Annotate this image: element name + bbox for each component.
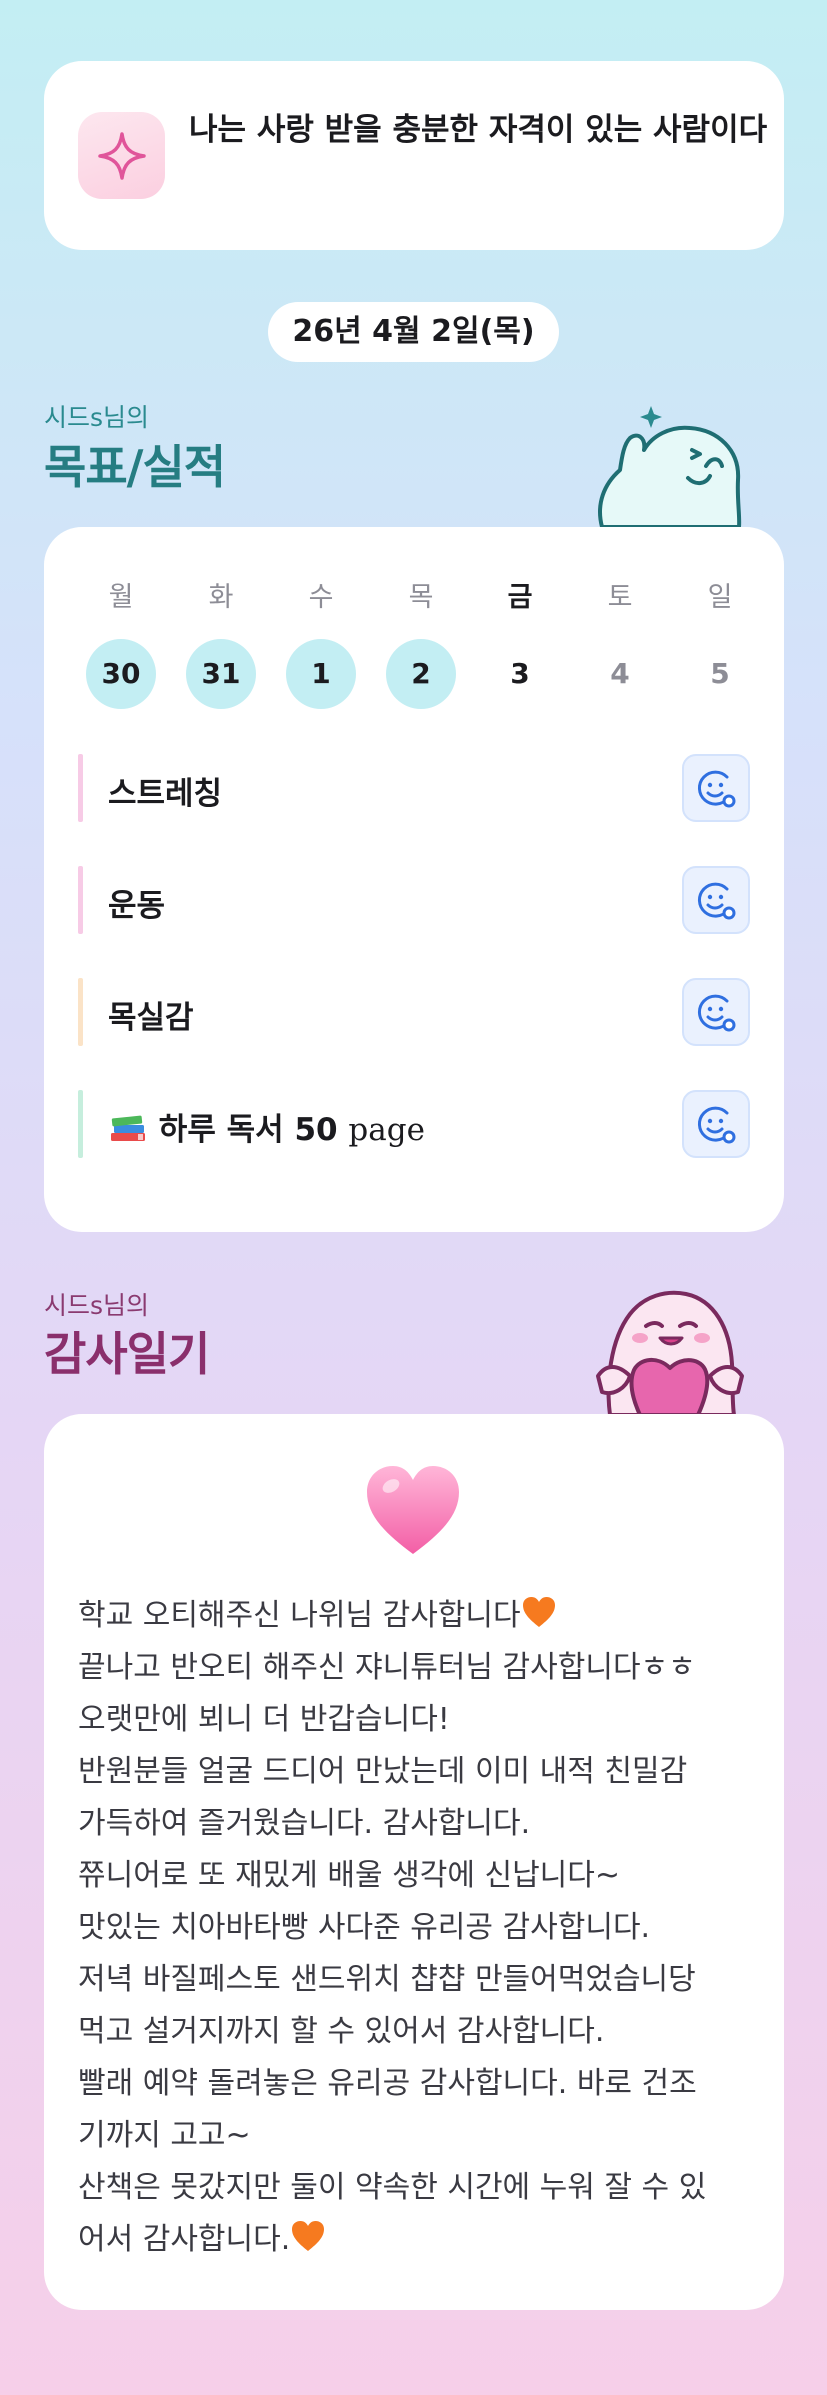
weekday-label: 일 <box>707 582 733 613</box>
smiley-check-icon[interactable] <box>682 754 750 822</box>
goal-item-stretching[interactable]: 스트레칭 <box>78 754 750 822</box>
gratitude-line-text: 학교 오티해주신 나위님 감사합니다 <box>78 1598 521 1633</box>
gratitude-line: 저녁 바질페스토 샌드위치 챱챱 만들어먹었습니당 <box>78 1962 696 1997</box>
smiley-check-icon[interactable] <box>682 866 750 934</box>
smiley-check-icon[interactable] <box>682 1090 750 1158</box>
gratitude-line: 끝나고 반오티 해주신 쟈니튜터님 감사합니다ㅎㅎ <box>78 1650 696 1685</box>
gratitude-subtitle: 시드s님의 <box>44 1291 150 1320</box>
day-2[interactable]: 2 <box>386 639 456 709</box>
affirmation-text: 나는 사랑 받을 충분한 자격이 있는 사람이다 <box>189 112 768 148</box>
goals-title: 목표/실적 <box>44 440 226 494</box>
goals-subtitle: 시드s님의 <box>44 403 150 432</box>
gratitude-line: 어서 감사합니다. <box>78 2214 768 2258</box>
gratitude-line: 산책은 못갔지만 둘이 약속한 시간에 누워 잘 수 있 <box>78 2170 707 2205</box>
affirmation-card[interactable]: 나는 사랑 받을 충분한 자격이 있는 사람이다 <box>44 61 784 250</box>
goal-color-bar <box>78 866 83 934</box>
goal-color-bar <box>78 1090 83 1158</box>
gratitude-line: 먹고 설거지까지 할 수 있어서 감사합니다. <box>78 2014 605 2049</box>
goal-color-bar <box>78 978 83 1046</box>
gratitude-line: 반원분들 얼굴 드디어 만났는데 이미 내적 친밀감 <box>78 1754 688 1789</box>
pink-heart-icon <box>367 1466 459 1554</box>
gratitude-title: 감사일기 <box>44 1327 210 1381</box>
goal-color-bar <box>78 754 83 822</box>
orange-heart-icon <box>292 2221 325 2251</box>
weekday-label: 수 <box>308 582 334 613</box>
day-5[interactable]: 5 <box>685 639 755 709</box>
day-30[interactable]: 30 <box>86 639 156 709</box>
goal-label: 운동 <box>108 888 166 924</box>
gratitude-line: 오랫만에 뵈니 더 반갑습니다! <box>78 1702 450 1737</box>
day-4[interactable]: 4 <box>585 639 655 709</box>
goal-label: 스트레칭 <box>108 776 223 812</box>
goal-item-exercise[interactable]: 운동 <box>78 866 750 934</box>
goal-label: 목실감 <box>108 1000 194 1036</box>
orange-heart-icon <box>522 1597 555 1627</box>
goals-card: 월 화 수 목 금 토 일 30 31 1 2 3 4 5 스트레칭 운동 목실… <box>44 527 784 1232</box>
weekday-label: 월 <box>108 582 134 613</box>
day-3-today[interactable]: 3 <box>485 639 555 709</box>
goal-item-reading[interactable]: 하루 독서 50 page <box>78 1090 750 1158</box>
weekday-label-today: 금 <box>507 582 533 613</box>
sparkle-icon <box>78 112 165 199</box>
goal-label-reading: 하루 독서 50 page <box>108 1104 425 1149</box>
gratitude-line: 학교 오티해주신 나위님 감사합니다 <box>78 1590 768 1634</box>
gratitude-line: 기까지 고고~ <box>78 2118 251 2153</box>
weekday-label: 화 <box>208 582 234 613</box>
goal-item-gratitude[interactable]: 목실감 <box>78 978 750 1046</box>
weekday-label: 토 <box>607 582 633 613</box>
day-1[interactable]: 1 <box>286 639 356 709</box>
weekday-label: 목 <box>408 582 434 613</box>
gratitude-line: 맛있는 치아바타빵 사다준 유리공 감사합니다. <box>78 1910 651 1945</box>
smiley-check-icon[interactable] <box>682 978 750 1046</box>
date-selector[interactable]: 26년 4월 2일(목) <box>268 302 559 362</box>
gratitude-line: 쮸니어로 또 재밌게 배울 생각에 신납니다~ <box>78 1858 621 1893</box>
gratitude-line: 빨래 예약 돌려놓은 유리공 감사합니다. 바로 건조 <box>78 2066 697 2101</box>
books-icon <box>111 1115 145 1141</box>
gratitude-card: 학교 오티해주신 나위님 감사합니다 끝나고 반오티 해주신 쟈니튜터님 감사합… <box>44 1414 784 2310</box>
mascot-waving-icon <box>598 406 742 528</box>
day-31[interactable]: 31 <box>186 639 256 709</box>
goal-label-text: 하루 독서 50 <box>158 1112 338 1148</box>
goal-label-unit: page <box>348 1112 425 1148</box>
gratitude-line-text: 어서 감사합니다. <box>78 2222 291 2257</box>
gratitude-line: 가득하여 즐거웠습니다. 감사합니다. <box>78 1806 531 1841</box>
mascot-heart-icon <box>596 1290 744 1416</box>
